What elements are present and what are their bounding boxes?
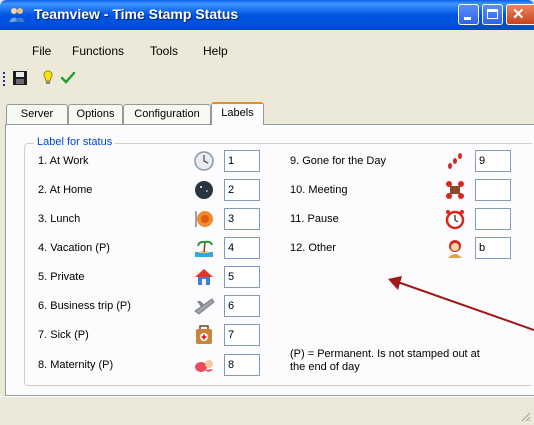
annotation-arrow bbox=[388, 276, 534, 331]
resize-grip-icon[interactable] bbox=[521, 412, 531, 422]
tab-labels[interactable]: Labels bbox=[211, 102, 264, 125]
status-bar bbox=[0, 396, 534, 425]
